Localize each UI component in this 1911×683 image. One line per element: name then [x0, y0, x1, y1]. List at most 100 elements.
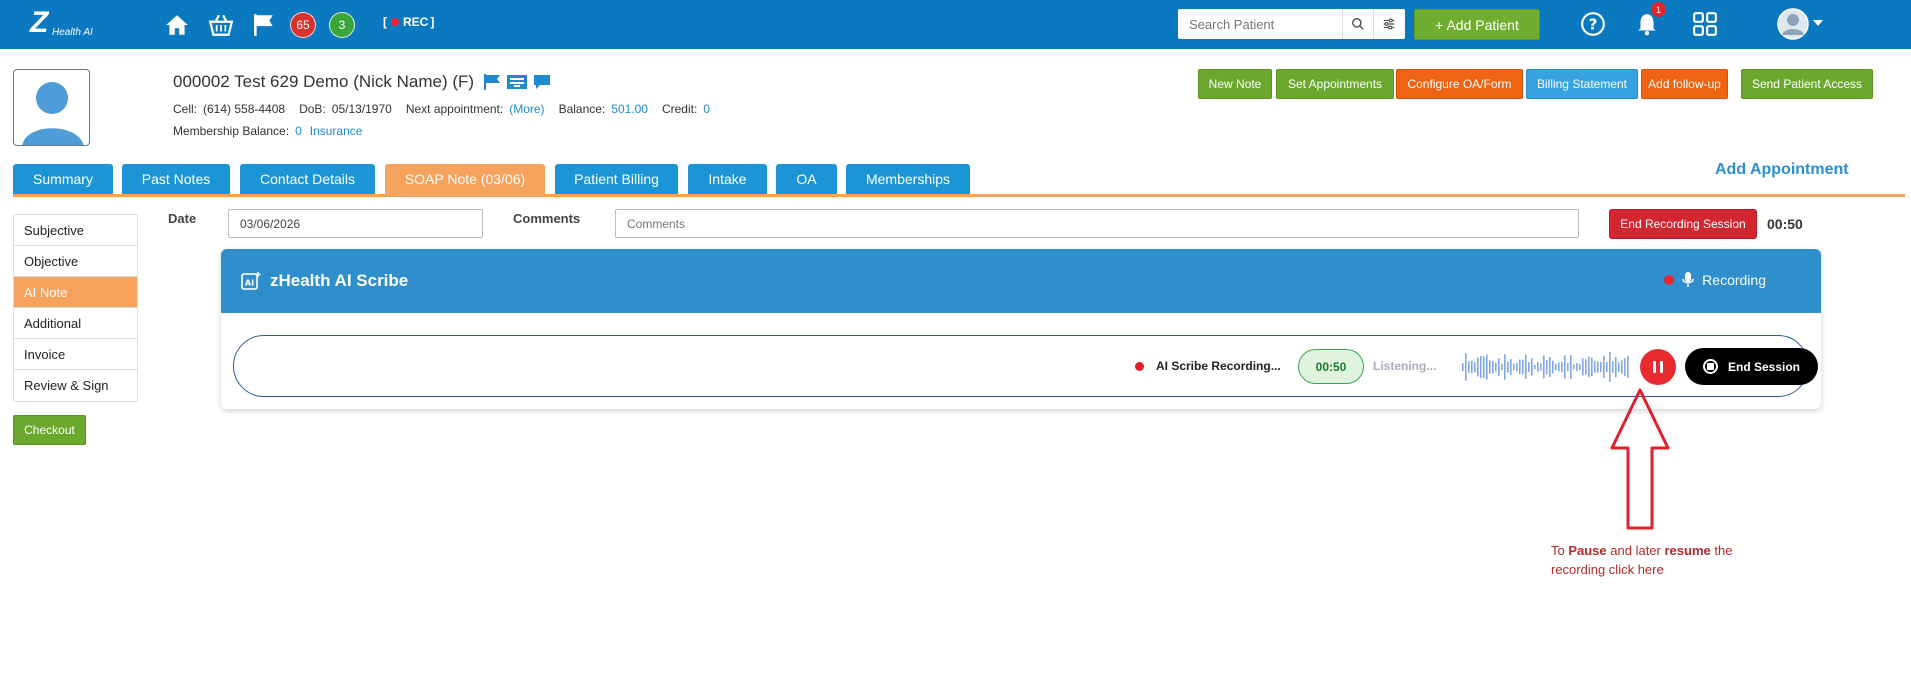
- waveform-bar: [1495, 362, 1497, 372]
- patient-name-row: 000002 Test 629 Demo (Nick Name) (F): [173, 72, 552, 92]
- chat-bubble-icon[interactable]: [532, 73, 552, 91]
- ai-scribe-panel: AI zHealth AI Scribe Recording AI Scribe…: [221, 249, 1821, 409]
- zhealth-logo[interactable]: Z Health AI: [30, 6, 94, 40]
- credit-label: Credit:: [661, 102, 698, 116]
- balance-label: Balance:: [558, 102, 606, 116]
- id-card-icon[interactable]: [506, 73, 528, 91]
- audio-waveform: [1462, 352, 1629, 382]
- waveform-bar: [1513, 363, 1515, 371]
- configure-oa-form-button[interactable]: Configure OA/Form: [1396, 69, 1523, 99]
- checkout-button[interactable]: Checkout: [13, 415, 86, 445]
- waveform-bar: [1591, 357, 1593, 377]
- waveform-bar: [1618, 362, 1620, 372]
- waveform-bar: [1627, 356, 1629, 378]
- waveform-bar: [1528, 362, 1530, 372]
- membership-balance-value[interactable]: 0: [295, 124, 302, 138]
- waveform-bar: [1600, 362, 1602, 372]
- listening-status: Listening...: [1373, 359, 1437, 373]
- waveform-bar: [1615, 357, 1617, 378]
- annotation-pause-word: Pause: [1568, 543, 1607, 558]
- caret-down-icon[interactable]: [1813, 19, 1823, 27]
- patient-avatar[interactable]: [13, 69, 90, 146]
- stop-icon: [1702, 359, 1718, 374]
- waveform-bar: [1546, 360, 1548, 375]
- sidebar-item-ai-note[interactable]: AI Note: [14, 277, 137, 308]
- recording-control-bar: AI Scribe Recording... 00:50 Listening..…: [233, 335, 1818, 397]
- waveform-bar: [1576, 363, 1578, 371]
- rec-indicator[interactable]: [ REC ]: [383, 15, 434, 29]
- rec-dot-icon: [391, 18, 399, 26]
- sidebar-item-objective[interactable]: Objective: [14, 246, 137, 277]
- search-patient-input[interactable]: [1178, 9, 1342, 39]
- waveform-bar: [1555, 363, 1557, 371]
- waveform-bar: [1612, 361, 1614, 373]
- dob-value: 05/13/1970: [331, 102, 392, 116]
- add-appointment-link[interactable]: Add Appointment: [1715, 161, 1849, 179]
- patient-info-line-2: Membership Balance: 0 Insurance: [173, 124, 362, 138]
- tab-memberships[interactable]: Memberships: [846, 164, 970, 194]
- credit-value[interactable]: 0: [703, 102, 710, 116]
- flag-icon[interactable]: [251, 12, 277, 38]
- tab-soap-note[interactable]: SOAP Note (03/06): [385, 164, 545, 194]
- tab-past-notes[interactable]: Past Notes: [122, 164, 230, 194]
- ai-scribe-header: AI zHealth AI Scribe Recording: [221, 249, 1821, 313]
- send-patient-access-button[interactable]: Send Patient Access: [1741, 69, 1873, 99]
- apps-grid-icon[interactable]: [1692, 11, 1718, 37]
- tab-intake[interactable]: Intake: [688, 164, 767, 194]
- scribe-recording-text: AI Scribe Recording...: [1156, 359, 1281, 373]
- waveform-bar: [1609, 352, 1611, 382]
- sidebar-item-subjective[interactable]: Subjective: [14, 215, 137, 246]
- tab-patient-billing[interactable]: Patient Billing: [555, 164, 678, 194]
- pause-resume-annotation: To Pause and later resume the recording …: [1551, 542, 1781, 580]
- home-icon[interactable]: [164, 12, 190, 38]
- date-label: Date: [168, 211, 197, 226]
- tab-oa[interactable]: OA: [776, 164, 837, 194]
- waveform-bar: [1525, 355, 1527, 379]
- tab-summary[interactable]: Summary: [13, 164, 113, 194]
- blue-flag-icon[interactable]: [482, 73, 502, 91]
- help-icon[interactable]: ?: [1580, 11, 1606, 37]
- next-appointment-label: Next appointment:: [405, 102, 504, 116]
- sliders-icon: [1383, 18, 1395, 30]
- microphone-icon: [1682, 272, 1694, 287]
- ai-scribe-title: zHealth AI Scribe: [270, 271, 409, 290]
- tab-contact-details[interactable]: Contact Details: [240, 164, 375, 194]
- add-follow-up-button[interactable]: Add follow-up: [1641, 69, 1728, 99]
- sidebar-item-additional[interactable]: Additional: [14, 308, 137, 339]
- set-appointments-button[interactable]: Set Appointments: [1276, 69, 1394, 99]
- annotation-arrow-icon: [1610, 388, 1670, 530]
- pause-recording-button[interactable]: [1640, 349, 1676, 385]
- next-appointment-more-link[interactable]: (More): [509, 102, 544, 116]
- waveform-bar: [1474, 361, 1476, 373]
- patient-info-line-1: Cell: (614) 558-4408 DoB: 05/13/1970 Nex…: [173, 102, 710, 116]
- balance-value[interactable]: 501.00: [611, 102, 648, 116]
- comments-input[interactable]: [615, 209, 1579, 238]
- waveform-bar: [1582, 358, 1584, 376]
- add-patient-button[interactable]: + Add Patient: [1414, 9, 1540, 40]
- new-note-button[interactable]: New Note: [1198, 69, 1272, 99]
- alerts-count-badge[interactable]: 65: [290, 12, 316, 38]
- user-avatar-icon[interactable]: [1777, 8, 1809, 40]
- patient-search: [1178, 9, 1405, 39]
- dob-label: DoB:: [299, 102, 326, 116]
- billing-statement-button[interactable]: Billing Statement: [1526, 69, 1638, 99]
- search-button[interactable]: [1342, 9, 1373, 39]
- tasks-count-badge[interactable]: 3: [329, 12, 355, 38]
- end-recording-session-button[interactable]: End Recording Session: [1609, 209, 1757, 239]
- basket-icon[interactable]: [208, 12, 234, 38]
- waveform-bar: [1483, 356, 1485, 378]
- date-input[interactable]: [228, 209, 483, 238]
- waveform-bar: [1498, 358, 1500, 376]
- recording-status: Recording: [1664, 272, 1766, 288]
- waveform-bar: [1570, 355, 1572, 379]
- waveform-bar: [1492, 360, 1494, 374]
- sidebar-item-review-sign[interactable]: Review & Sign: [14, 370, 137, 401]
- patient-flag-icons: [482, 73, 552, 91]
- waveform-bar: [1462, 363, 1464, 371]
- tabs-underline: [13, 194, 1905, 197]
- sidebar-item-invoice[interactable]: Invoice: [14, 339, 137, 370]
- insurance-link[interactable]: Insurance: [310, 124, 363, 138]
- soap-sidebar: Subjective Objective AI Note Additional …: [13, 214, 138, 402]
- end-session-button[interactable]: End Session: [1685, 348, 1818, 385]
- search-filter-button[interactable]: [1373, 9, 1404, 39]
